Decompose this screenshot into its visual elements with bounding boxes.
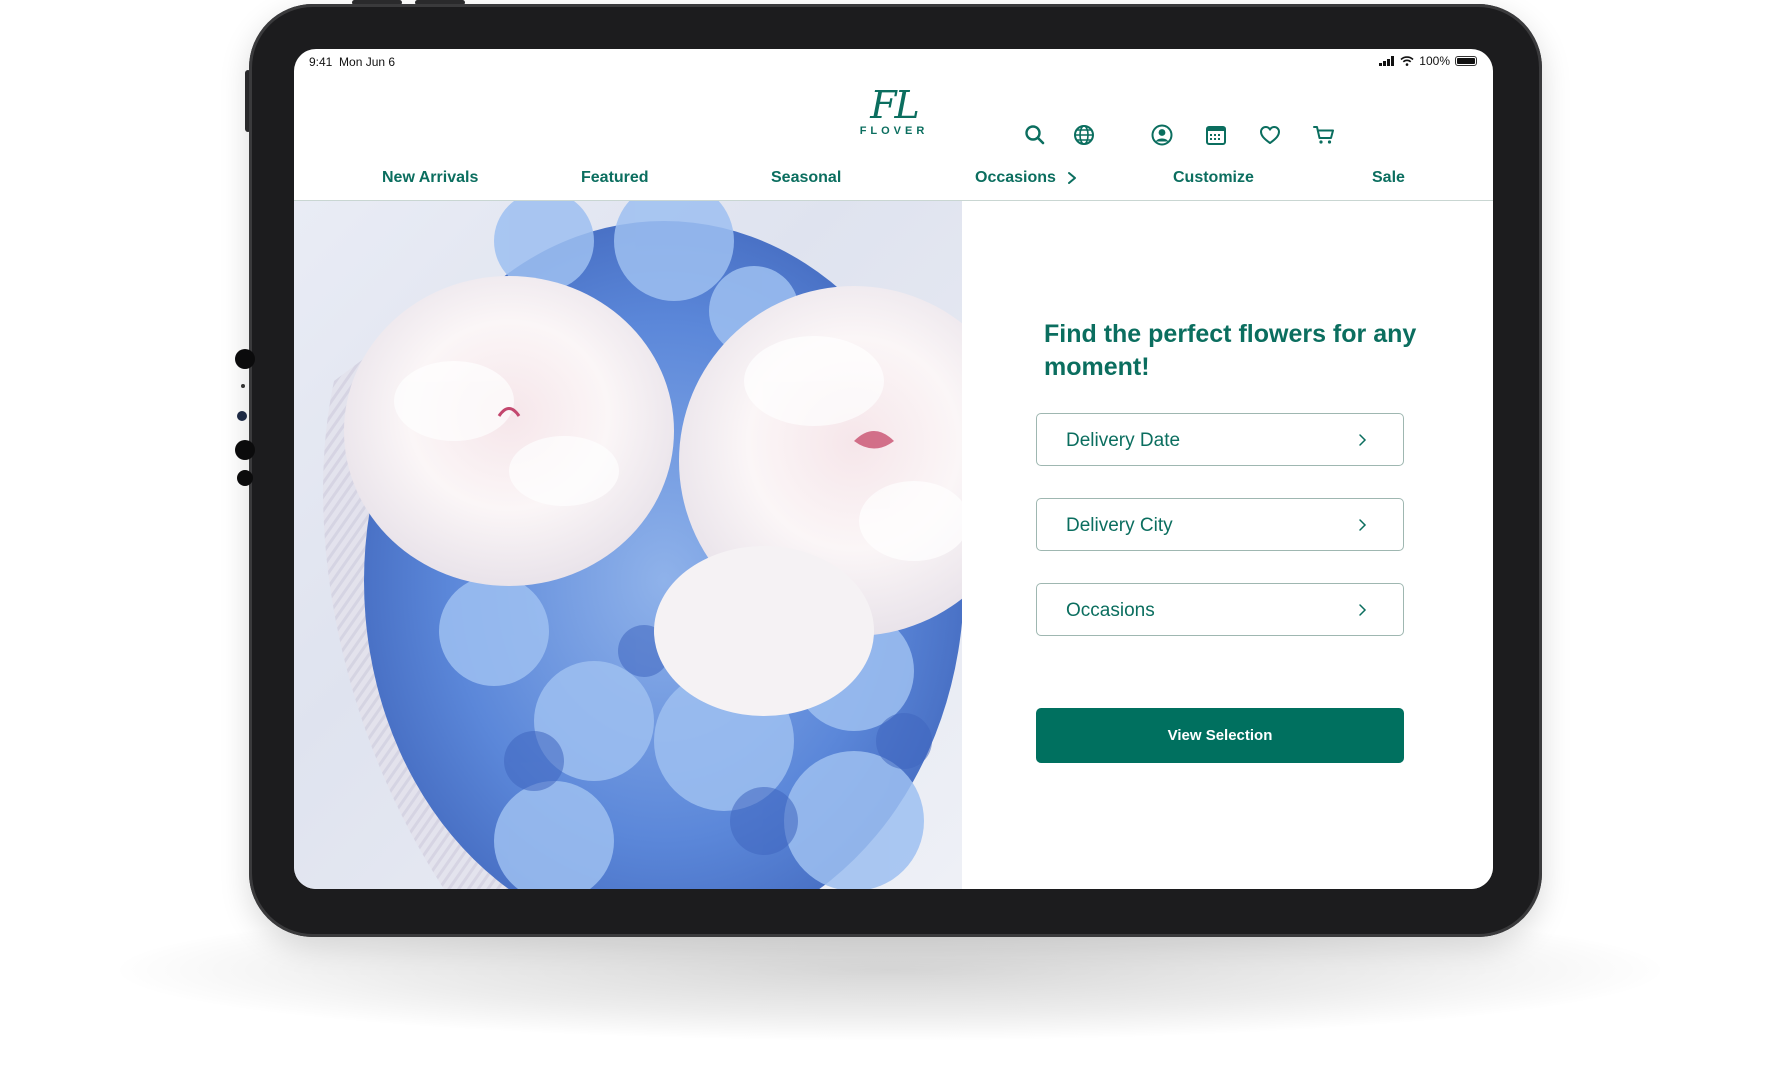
field-label: Delivery Date <box>1066 430 1181 451</box>
chevron-right-icon <box>1359 434 1367 446</box>
chevron-right-icon <box>1359 519 1367 531</box>
cart-icon[interactable] <box>1311 122 1337 148</box>
camera-dot <box>241 384 245 388</box>
view-selection-button[interactable]: View Selection <box>1036 708 1404 763</box>
site-header: FL FLOVER New Arrivals Featured Seasonal… <box>294 75 1493 201</box>
date-text: Mon Jun 6 <box>339 55 396 69</box>
nav-featured[interactable]: Featured <box>581 169 649 187</box>
occasions-field[interactable]: Occasions <box>1036 583 1404 636</box>
hero-flower-image <box>294 201 962 889</box>
flower-finder-panel: Find the perfect flowers for any moment!… <box>962 201 1493 889</box>
signal-icon <box>1379 56 1395 66</box>
wifi-icon <box>1400 56 1414 66</box>
main-nav: New Arrivals Featured Seasonal Occasions… <box>294 169 1493 199</box>
battery-icon <box>1455 56 1477 66</box>
nav-new-arrivals[interactable]: New Arrivals <box>382 169 478 187</box>
time-text: 9:41 <box>309 55 333 69</box>
calendar-icon[interactable] <box>1203 122 1229 148</box>
status-time: 9:41 Mon Jun 6 <box>309 55 395 69</box>
nav-customize[interactable]: Customize <box>1173 169 1254 187</box>
delivery-city-field[interactable]: Delivery City <box>1036 498 1404 551</box>
status-right: 100% <box>1379 54 1477 68</box>
status-bar: 9:41 Mon Jun 6 100% <box>294 49 1493 75</box>
nav-occasions[interactable]: Occasions <box>975 169 1056 187</box>
chevron-right-icon <box>1359 604 1367 616</box>
brand-logo[interactable]: FL FLOVER <box>849 83 939 137</box>
delivery-date-field[interactable]: Delivery Date <box>1036 413 1404 466</box>
nav-seasonal[interactable]: Seasonal <box>771 169 841 187</box>
field-label: Occasions <box>1066 600 1155 621</box>
search-icon[interactable] <box>1022 122 1048 148</box>
field-label: Delivery City <box>1066 515 1173 536</box>
nav-sale[interactable]: Sale <box>1372 169 1405 187</box>
finder-headline: Find the perfect flowers for any moment! <box>1044 320 1417 381</box>
account-icon[interactable] <box>1149 122 1175 148</box>
globe-icon[interactable] <box>1071 122 1097 148</box>
chevron-right-icon[interactable] <box>1065 170 1079 186</box>
camera-dot <box>235 440 255 460</box>
camera-dot <box>237 470 253 486</box>
battery-percent: 100% <box>1419 54 1450 68</box>
camera-dot <box>237 411 247 421</box>
flower-bouquet-illustration <box>323 201 962 889</box>
heart-icon[interactable] <box>1257 122 1283 148</box>
logo-monogram: FL <box>870 83 920 127</box>
app-screen: 9:41 Mon Jun 6 100% FL FLOVER New Arriva… <box>294 49 1493 889</box>
camera-dot <box>235 349 255 369</box>
logo-wordmark: FLOVER <box>859 125 929 137</box>
